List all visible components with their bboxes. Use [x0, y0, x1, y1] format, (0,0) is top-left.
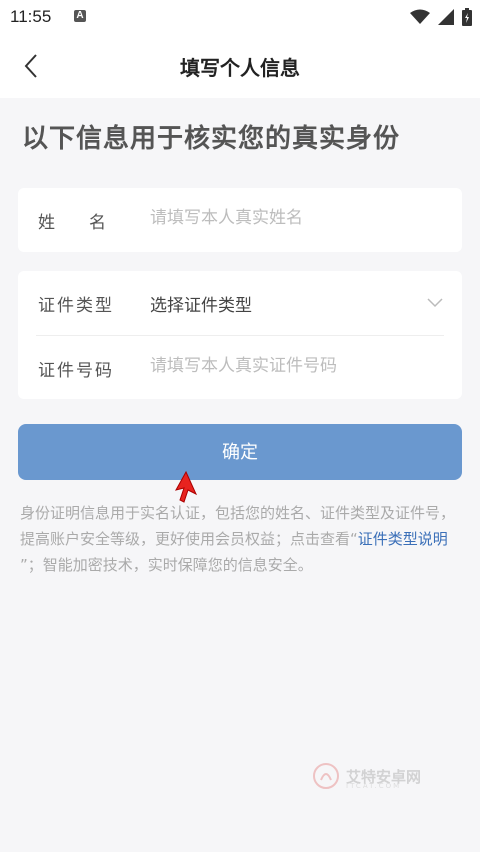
chevron-down-icon[interactable] [426, 293, 444, 311]
page-title: 填写个人信息 [180, 56, 300, 80]
headline: 以下信息用于核实您的真实身份 [22, 124, 401, 154]
notice-text: 身份证明信息用于实名认证，包括您的姓名、证件类型及证件号，提高账户安全等级，更好… [20, 500, 460, 578]
confirm-button[interactable]: 确定 [18, 424, 462, 480]
notification-a-icon: A [74, 10, 86, 22]
name-label: 姓名 [38, 213, 140, 233]
system-icons [410, 8, 472, 26]
name-input[interactable] [150, 208, 430, 228]
id-number-label: 证件号码 [38, 361, 114, 381]
watermark-subtext: ITCAT.COM [346, 782, 402, 790]
id-type-label: 证件类型 [38, 296, 114, 316]
cellular-signal-icon [438, 9, 454, 25]
name-card: 姓名 [18, 188, 462, 252]
battery-icon [462, 8, 472, 26]
id-type-select[interactable]: 选择证件类型 [150, 291, 430, 316]
id-type-row[interactable]: 证件类型 选择证件类型 [18, 271, 462, 335]
top-navigation-bar: 填写个人信息 [0, 34, 480, 98]
watermark-logo-icon [313, 763, 339, 789]
id-number-input[interactable] [150, 356, 430, 376]
id-card: 证件类型 选择证件类型 证件号码 [18, 271, 462, 399]
pointer-cursor-icon [175, 470, 198, 503]
watermark: 艾特安卓网 ITCAT.COM [312, 762, 421, 790]
status-bar: 11:55 A [0, 0, 480, 34]
id-type-explanation-link[interactable]: 证件类型说明 [358, 530, 448, 548]
notice-text-after: ”；智能加密技术，实时保障您的信息安全。 [20, 556, 313, 574]
status-time: 11:55 [10, 7, 52, 26]
wifi-icon [410, 9, 430, 24]
id-number-row: 证件号码 [36, 335, 444, 400]
name-row: 姓名 [18, 188, 462, 252]
